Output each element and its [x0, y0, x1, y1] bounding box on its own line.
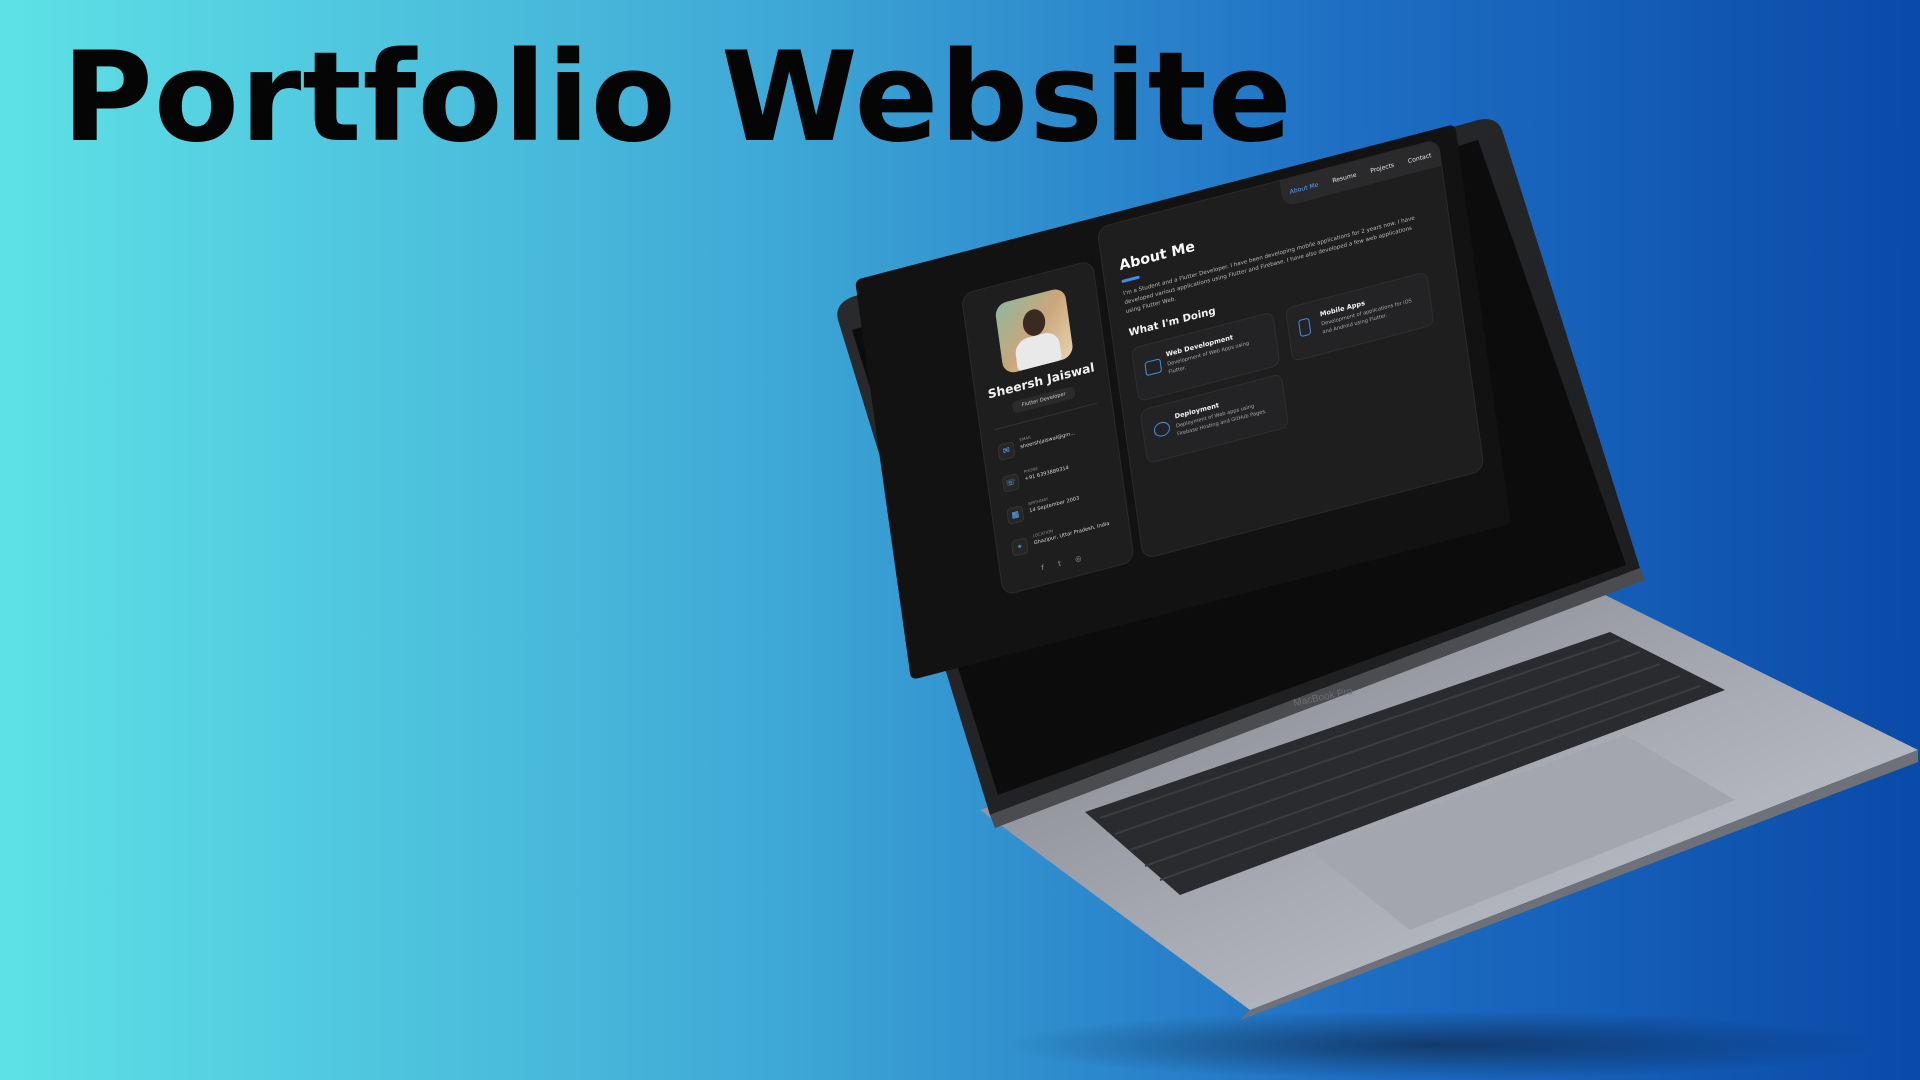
phone-icon: ☏	[1001, 472, 1021, 494]
browser-icon	[1144, 358, 1163, 377]
avatar	[994, 286, 1075, 375]
social-icons[interactable]: f t ◎	[1041, 552, 1088, 572]
calendar-icon: ▦	[1006, 504, 1025, 526]
mail-icon: ✉	[997, 440, 1016, 462]
laptop-mockup: MacBook Pro Sheersh Jaiswal Flutter Deve…	[0, 0, 1920, 1080]
service-desc: Development of applications for iOS and …	[1320, 298, 1413, 336]
phone-icon	[1298, 317, 1312, 338]
nav-resume[interactable]: Resume	[1332, 171, 1357, 184]
cloud-icon	[1152, 420, 1171, 439]
contact-value: sheershjaiswal@gm...	[1020, 430, 1076, 451]
service-mobile-apps: Mobile Apps Development of applications …	[1284, 271, 1435, 363]
nav-about[interactable]: About Me	[1289, 181, 1318, 195]
service-desc: Deployment of Web apps using Firebase Ho…	[1175, 403, 1267, 438]
nav-contact[interactable]: Contact	[1408, 152, 1432, 165]
about-card: About Me Resume Projects Contact About M…	[1096, 138, 1485, 560]
location-pin-icon: ⌖	[1010, 536, 1029, 558]
nav-projects[interactable]: Projects	[1370, 161, 1395, 174]
about-title: About Me	[1118, 238, 1196, 275]
title-underline	[1121, 275, 1140, 284]
